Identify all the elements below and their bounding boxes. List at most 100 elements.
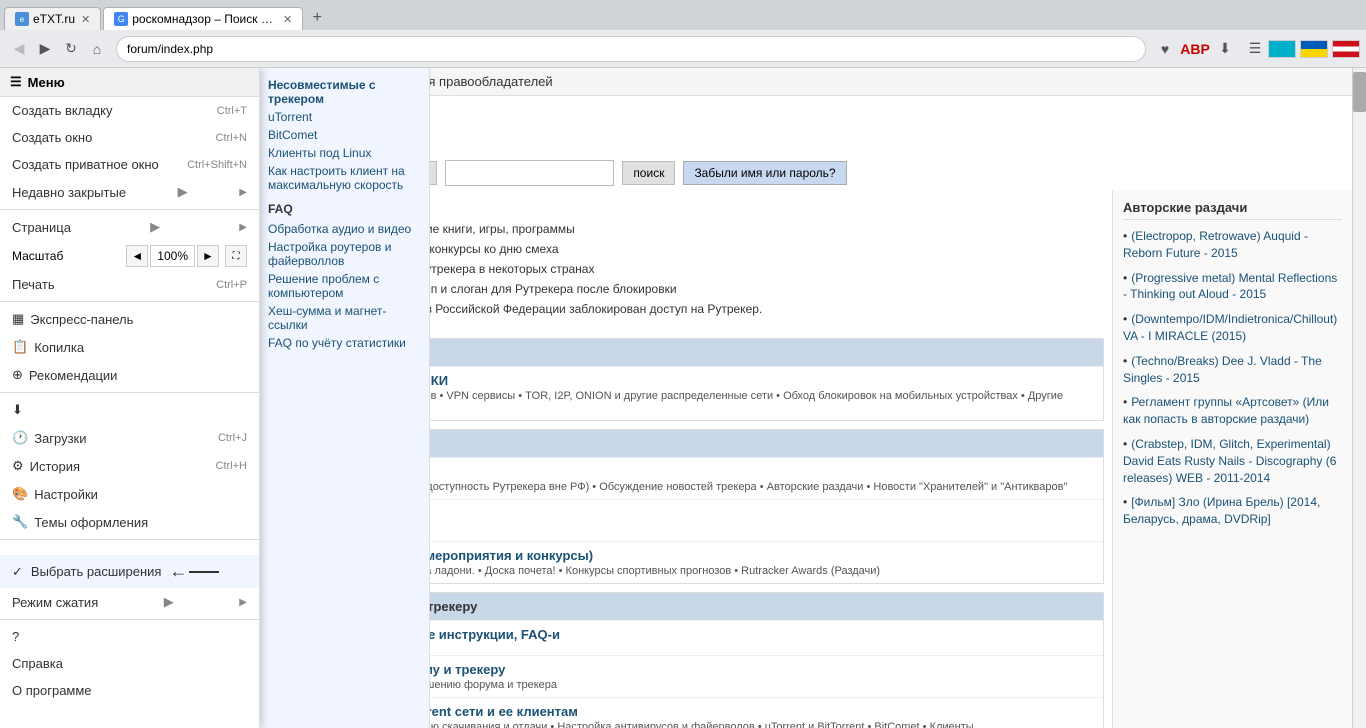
menu-clipboard[interactable]: 📋 Копилка xyxy=(0,333,259,361)
zoom-value: 100% xyxy=(150,245,195,267)
sidebar-link-utorrent[interactable]: uTorrent xyxy=(268,108,421,126)
side-item-6[interactable]: [Фильм] Зло (Ирина Брель) [2014, Беларус… xyxy=(1123,494,1342,528)
zoom-controls: ◄ 100% ► ⛶ xyxy=(126,245,247,267)
menu-express-panel-label: Экспресс-панель xyxy=(30,312,133,327)
menu-themes-label: Настройки xyxy=(34,487,98,502)
sidebar-link-maxspeed[interactable]: Как настроить клиент на максимальную ско… xyxy=(268,162,421,194)
menu-new-tab[interactable]: Создать вкладку Ctrl+T xyxy=(0,97,259,124)
menu-about[interactable]: Справка xyxy=(0,650,259,677)
sidebar-faq-hash[interactable]: Хеш-сумма и магнет-ссылки xyxy=(268,302,421,334)
menu-new-window-shortcut: Ctrl+N xyxy=(216,132,247,144)
tab-bar: e eTXT.ru ✕ G роскомнадзор – Поиск в... … xyxy=(0,0,1366,30)
sidebar-link-linux[interactable]: Клиенты под Linux xyxy=(268,144,421,162)
menu-other-tools-label: Режим сжатия xyxy=(12,595,98,610)
menu-express-panel[interactable]: ▦ Экспресс-панель xyxy=(0,305,259,333)
tab-favicon-etxt: e xyxy=(15,12,29,26)
menu-settings-label: История xyxy=(30,459,80,474)
themes-icon: 🎨 xyxy=(12,486,28,502)
menu-history-label: Загрузки xyxy=(34,431,86,446)
back-button[interactable]: ◀ xyxy=(6,36,32,62)
opera-menu: ☰ Меню Создать вкладку Ctrl+T Создать ок… xyxy=(0,68,260,728)
settings-button[interactable]: ☰ xyxy=(1242,36,1268,62)
menu-new-private[interactable]: Создать приватное окно Ctrl+Shift+N xyxy=(0,151,259,178)
menu-themes[interactable]: 🎨 Настройки xyxy=(0,480,259,508)
menu-exit[interactable]: О программе xyxy=(0,677,259,704)
other-tools-arrow: ▶ xyxy=(164,594,174,610)
menu-other-tools[interactable]: Режим сжатия ▶ xyxy=(0,588,259,616)
menu-compression[interactable]: Выбрать расширения ← xyxy=(0,555,259,588)
nav-right-icons: ♥ ABP ⬇ ☰ xyxy=(1152,36,1268,62)
side-item-2[interactable]: (Downtempo/IDM/Indietronica/Chillout) VA… xyxy=(1123,311,1342,345)
menu-print[interactable]: Печать Ctrl+P xyxy=(0,271,259,298)
menu-page-label: Страница xyxy=(12,220,71,235)
menu-new-private-shortcut: Ctrl+Shift+N xyxy=(187,159,247,171)
menu-print-label: Печать xyxy=(12,277,55,292)
express-panel-icon: ▦ xyxy=(12,311,24,327)
zoom-label: Масштаб xyxy=(12,249,63,263)
scrollbar-thumb[interactable] xyxy=(1353,72,1366,112)
menu-choose-ext[interactable] xyxy=(0,543,259,555)
sidebar-faq-audio[interactable]: Обработка аудио и видео xyxy=(268,220,421,238)
opera-menu-button[interactable]: ABP xyxy=(1182,36,1208,62)
menu-clipboard-label: Копилка xyxy=(34,340,84,355)
menu-settings[interactable]: ⚙ История Ctrl+H xyxy=(0,452,259,480)
sidebar-faq-section: FAQ Обработка аудио и видео Настройка ро… xyxy=(268,202,421,352)
browser-frame: e eTXT.ru ✕ G роскомнадзор – Поиск в... … xyxy=(0,0,1366,728)
tab-title-etxt: eTXT.ru xyxy=(33,12,75,26)
side-col-title: Авторские раздачи xyxy=(1123,200,1342,220)
menu-about-label: Справка xyxy=(12,656,63,671)
flag-by[interactable] xyxy=(1332,40,1360,58)
home-button[interactable]: ⌂ xyxy=(84,36,110,62)
sidebar-link-incompatible[interactable]: Несовместимые с трекером xyxy=(268,76,421,108)
auth-input[interactable] xyxy=(445,160,614,186)
bookmark-button[interactable]: ♥ xyxy=(1152,36,1178,62)
menu-sep-2 xyxy=(0,301,259,302)
menu-help[interactable]: ? xyxy=(0,623,259,650)
side-item-5[interactable]: (Crabstep, IDM, Glitch, Experimental) Da… xyxy=(1123,436,1342,486)
history-icon: 🕐 xyxy=(12,430,28,446)
tab-title-roskomnadzor: роскомнадзор – Поиск в... xyxy=(132,12,277,26)
tab-favicon-google: G xyxy=(114,12,128,26)
flag-ua[interactable] xyxy=(1300,40,1328,58)
zoom-decrease[interactable]: ◄ xyxy=(126,245,148,267)
menu-recently-closed[interactable]: Недавно закрытые ▶ xyxy=(0,178,259,206)
menu-downloads[interactable]: ⬇ xyxy=(0,396,259,424)
menu-sep-5 xyxy=(0,619,259,620)
menu-page[interactable]: Страница ▶ xyxy=(0,213,259,241)
zoom-increase[interactable]: ► xyxy=(197,245,219,267)
menu-settings-shortcut: Ctrl+H xyxy=(216,460,247,472)
clipboard-icon: 📋 xyxy=(12,339,28,355)
add-tab-button[interactable]: + xyxy=(305,6,329,30)
address-bar[interactable] xyxy=(116,36,1146,62)
tab-etxt[interactable]: e eTXT.ru ✕ xyxy=(4,7,101,30)
refresh-button[interactable]: ↻ xyxy=(58,36,84,62)
sidebar-faq-problems[interactable]: Решение проблем с компьютером xyxy=(268,270,421,302)
menu-new-tab-shortcut: Ctrl+T xyxy=(217,105,247,117)
menu-extensions[interactable]: 🔧 Темы оформления xyxy=(0,508,259,536)
page-scrollbar[interactable] xyxy=(1352,68,1366,728)
menu-sep-3 xyxy=(0,392,259,393)
zoom-fullscreen[interactable]: ⛶ xyxy=(225,245,247,267)
forward-button[interactable]: ▶ xyxy=(32,36,58,62)
side-item-0[interactable]: (Electropop, Retrowave) Auquid - Reborn … xyxy=(1123,228,1342,262)
menu-zoom-row: Масштаб ◄ 100% ► ⛶ xyxy=(0,241,259,271)
menu-new-window[interactable]: Создать окно Ctrl+N xyxy=(0,124,259,151)
tab-roskomnadzor[interactable]: G роскомнадзор – Поиск в... ✕ xyxy=(103,7,303,30)
side-item-3[interactable]: (Techno/Breaks) Dee J. Vladd - The Singl… xyxy=(1123,353,1342,387)
recommendations-icon: ⊕ xyxy=(12,367,23,383)
menu-recommendations[interactable]: ⊕ Рекомендации xyxy=(0,361,259,389)
tab-close-etxt[interactable]: ✕ xyxy=(81,13,90,26)
search-button[interactable]: поиск xyxy=(622,161,675,185)
forgot-password-button[interactable]: Забыли имя или пароль? xyxy=(683,161,846,185)
sidebar-faq-routers[interactable]: Настройка роутеров и файерволлов xyxy=(268,238,421,270)
download-button[interactable]: ⬇ xyxy=(1212,36,1238,62)
side-item-1[interactable]: (Progressive metal) Mental Reflections -… xyxy=(1123,270,1342,304)
side-item-4[interactable]: Регламент группы «Артсовет» (Или как поп… xyxy=(1123,394,1342,428)
menu-new-window-label: Создать окно xyxy=(12,130,92,145)
tab-close-roskomnadzor[interactable]: ✕ xyxy=(283,13,292,26)
sidebar-faq-stats[interactable]: FAQ по учёту статистики xyxy=(268,334,421,352)
menu-icon: ☰ xyxy=(10,74,22,90)
sidebar-link-bitcomet[interactable]: BitComet xyxy=(268,126,421,144)
flag-kz[interactable] xyxy=(1268,40,1296,58)
menu-history[interactable]: 🕐 Загрузки Ctrl+J xyxy=(0,424,259,452)
